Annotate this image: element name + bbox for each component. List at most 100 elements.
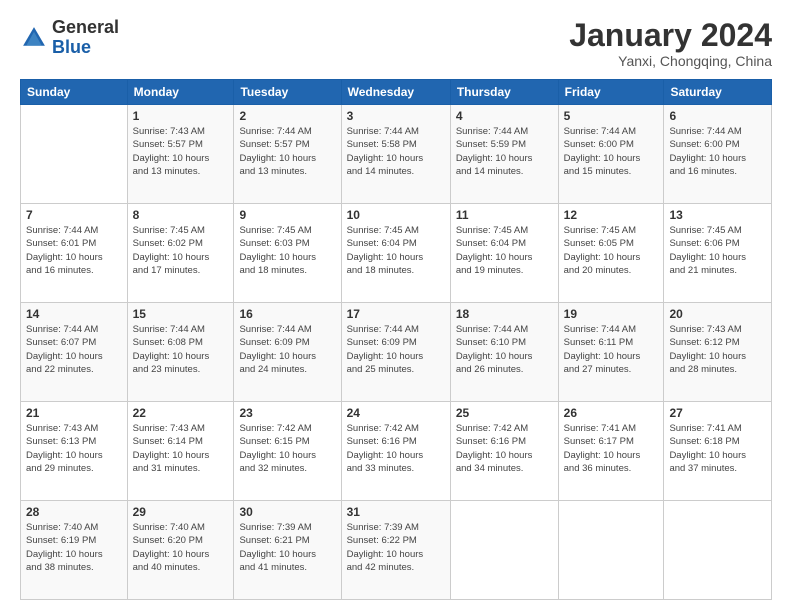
logo-text-blue: Blue <box>52 38 119 58</box>
calendar-header-row: SundayMondayTuesdayWednesdayThursdayFrid… <box>21 80 772 105</box>
day-number: 25 <box>456 406 553 420</box>
day-cell-24: 24Sunrise: 7:42 AMSunset: 6:16 PMDayligh… <box>341 402 450 501</box>
week-row-2: 7Sunrise: 7:44 AMSunset: 6:01 PMDaylight… <box>21 204 772 303</box>
calendar-table: SundayMondayTuesdayWednesdayThursdayFrid… <box>20 79 772 600</box>
day-number: 3 <box>347 109 445 123</box>
day-info: Sunrise: 7:44 AMSunset: 6:09 PMDaylight:… <box>347 323 445 376</box>
location-subtitle: Yanxi, Chongqing, China <box>569 53 772 69</box>
day-info: Sunrise: 7:44 AMSunset: 5:59 PMDaylight:… <box>456 125 553 178</box>
day-info: Sunrise: 7:42 AMSunset: 6:15 PMDaylight:… <box>239 422 335 475</box>
week-row-1: 1 Sunrise: 7:43 AMSunset: 5:57 PMDaylight… <box>21 105 772 204</box>
day-info: Sunrise: 7:44 AMSunset: 6:00 PMDaylight:… <box>564 125 659 178</box>
day-info: Sunrise: 7:44 AMSunset: 6:09 PMDaylight:… <box>239 323 335 376</box>
day-cell-31: 31 Sunrise: 7:39 AMSunset: 6:22 PMDayligh… <box>341 501 450 600</box>
header: General Blue January 2024 Yanxi, Chongqi… <box>20 18 772 69</box>
day-number: 18 <box>456 307 553 321</box>
day-cell-15: 15 Sunrise: 7:44 AMSunset: 6:08 PMDayligh… <box>127 303 234 402</box>
day-cell-empty <box>450 501 558 600</box>
day-cell-6: 6 Sunrise: 7:44 AMSunset: 6:00 PMDaylight… <box>664 105 772 204</box>
day-info: Sunrise: 7:45 AMSunset: 6:02 PMDaylight:… <box>133 224 229 277</box>
day-cell-10: 10 Sunrise: 7:45 AMSunset: 6:04 PMDayligh… <box>341 204 450 303</box>
day-cell-23: 23Sunrise: 7:42 AMSunset: 6:15 PMDayligh… <box>234 402 341 501</box>
day-number: 22 <box>133 406 229 420</box>
day-number: 15 <box>133 307 229 321</box>
day-number: 5 <box>564 109 659 123</box>
day-info: Sunrise: 7:40 AMSunset: 6:20 PMDaylight:… <box>133 521 229 574</box>
header-saturday: Saturday <box>664 80 772 105</box>
day-info: Sunrise: 7:39 AMSunset: 6:21 PMDaylight:… <box>239 521 335 574</box>
day-number: 2 <box>239 109 335 123</box>
day-info: Sunrise: 7:42 AMSunset: 6:16 PMDaylight:… <box>456 422 553 475</box>
header-thursday: Thursday <box>450 80 558 105</box>
day-cell-28: 28 Sunrise: 7:40 AMSunset: 6:19 PMDayligh… <box>21 501 128 600</box>
day-info: Sunrise: 7:44 AMSunset: 6:07 PMDaylight:… <box>26 323 122 376</box>
day-info: Sunrise: 7:44 AMSunset: 5:57 PMDaylight:… <box>239 125 335 178</box>
day-info: Sunrise: 7:43 AMSunset: 6:13 PMDaylight:… <box>26 422 122 475</box>
day-info: Sunrise: 7:44 AMSunset: 6:08 PMDaylight:… <box>133 323 229 376</box>
day-number: 13 <box>669 208 766 222</box>
month-title: January 2024 <box>569 18 772 53</box>
week-row-4: 21 Sunrise: 7:43 AMSunset: 6:13 PMDayligh… <box>21 402 772 501</box>
day-info: Sunrise: 7:45 AMSunset: 6:04 PMDaylight:… <box>456 224 553 277</box>
day-number: 19 <box>564 307 659 321</box>
day-cell-9: 9 Sunrise: 7:45 AMSunset: 6:03 PMDaylight… <box>234 204 341 303</box>
logo: General Blue <box>20 18 119 58</box>
day-cell-1: 1 Sunrise: 7:43 AMSunset: 5:57 PMDaylight… <box>127 105 234 204</box>
header-friday: Friday <box>558 80 664 105</box>
day-cell-5: 5 Sunrise: 7:44 AMSunset: 6:00 PMDaylight… <box>558 105 664 204</box>
day-cell-14: 14 Sunrise: 7:44 AMSunset: 6:07 PMDayligh… <box>21 303 128 402</box>
day-number: 14 <box>26 307 122 321</box>
day-cell-16: 16Sunrise: 7:44 AMSunset: 6:09 PMDayligh… <box>234 303 341 402</box>
day-number: 20 <box>669 307 766 321</box>
day-cell-29: 29 Sunrise: 7:40 AMSunset: 6:20 PMDayligh… <box>127 501 234 600</box>
day-info: Sunrise: 7:43 AMSunset: 5:57 PMDaylight:… <box>133 125 229 178</box>
day-cell-8: 8 Sunrise: 7:45 AMSunset: 6:02 PMDaylight… <box>127 204 234 303</box>
day-cell-21: 21 Sunrise: 7:43 AMSunset: 6:13 PMDayligh… <box>21 402 128 501</box>
day-cell-30: 30 Sunrise: 7:39 AMSunset: 6:21 PMDayligh… <box>234 501 341 600</box>
day-info: Sunrise: 7:45 AMSunset: 6:05 PMDaylight:… <box>564 224 659 277</box>
day-number: 8 <box>133 208 229 222</box>
day-info: Sunrise: 7:45 AMSunset: 6:03 PMDaylight:… <box>239 224 335 277</box>
day-cell-27: 27Sunrise: 7:41 AMSunset: 6:18 PMDayligh… <box>664 402 772 501</box>
day-number: 6 <box>669 109 766 123</box>
day-cell-empty <box>21 105 128 204</box>
header-wednesday: Wednesday <box>341 80 450 105</box>
day-cell-22: 22 Sunrise: 7:43 AMSunset: 6:14 PMDayligh… <box>127 402 234 501</box>
header-monday: Monday <box>127 80 234 105</box>
day-info: Sunrise: 7:42 AMSunset: 6:16 PMDaylight:… <box>347 422 445 475</box>
day-cell-19: 19Sunrise: 7:44 AMSunset: 6:11 PMDayligh… <box>558 303 664 402</box>
day-info: Sunrise: 7:45 AMSunset: 6:04 PMDaylight:… <box>347 224 445 277</box>
day-number: 9 <box>239 208 335 222</box>
day-number: 4 <box>456 109 553 123</box>
day-number: 7 <box>26 208 122 222</box>
day-number: 31 <box>347 505 445 519</box>
day-number: 1 <box>133 109 229 123</box>
day-cell-25: 25 Sunrise: 7:42 AMSunset: 6:16 PMDayligh… <box>450 402 558 501</box>
logo-text-general: General <box>52 18 119 38</box>
day-number: 26 <box>564 406 659 420</box>
day-cell-13: 13Sunrise: 7:45 AMSunset: 6:06 PMDayligh… <box>664 204 772 303</box>
day-number: 17 <box>347 307 445 321</box>
day-number: 10 <box>347 208 445 222</box>
day-info: Sunrise: 7:44 AMSunset: 6:00 PMDaylight:… <box>669 125 766 178</box>
header-sunday: Sunday <box>21 80 128 105</box>
day-cell-12: 12 Sunrise: 7:45 AMSunset: 6:05 PMDayligh… <box>558 204 664 303</box>
day-number: 21 <box>26 406 122 420</box>
day-cell-20: 20 Sunrise: 7:43 AMSunset: 6:12 PMDayligh… <box>664 303 772 402</box>
day-cell-7: 7Sunrise: 7:44 AMSunset: 6:01 PMDaylight… <box>21 204 128 303</box>
day-cell-2: 2 Sunrise: 7:44 AMSunset: 5:57 PMDaylight… <box>234 105 341 204</box>
week-row-3: 14 Sunrise: 7:44 AMSunset: 6:07 PMDayligh… <box>21 303 772 402</box>
day-number: 30 <box>239 505 335 519</box>
day-number: 28 <box>26 505 122 519</box>
day-info: Sunrise: 7:39 AMSunset: 6:22 PMDaylight:… <box>347 521 445 574</box>
day-info: Sunrise: 7:44 AMSunset: 5:58 PMDaylight:… <box>347 125 445 178</box>
day-number: 29 <box>133 505 229 519</box>
day-number: 12 <box>564 208 659 222</box>
day-info: Sunrise: 7:40 AMSunset: 6:19 PMDaylight:… <box>26 521 122 574</box>
day-info: Sunrise: 7:43 AMSunset: 6:14 PMDaylight:… <box>133 422 229 475</box>
day-cell-18: 18Sunrise: 7:44 AMSunset: 6:10 PMDayligh… <box>450 303 558 402</box>
day-number: 27 <box>669 406 766 420</box>
day-cell-26: 26Sunrise: 7:41 AMSunset: 6:17 PMDayligh… <box>558 402 664 501</box>
day-number: 11 <box>456 208 553 222</box>
day-info: Sunrise: 7:43 AMSunset: 6:12 PMDaylight:… <box>669 323 766 376</box>
